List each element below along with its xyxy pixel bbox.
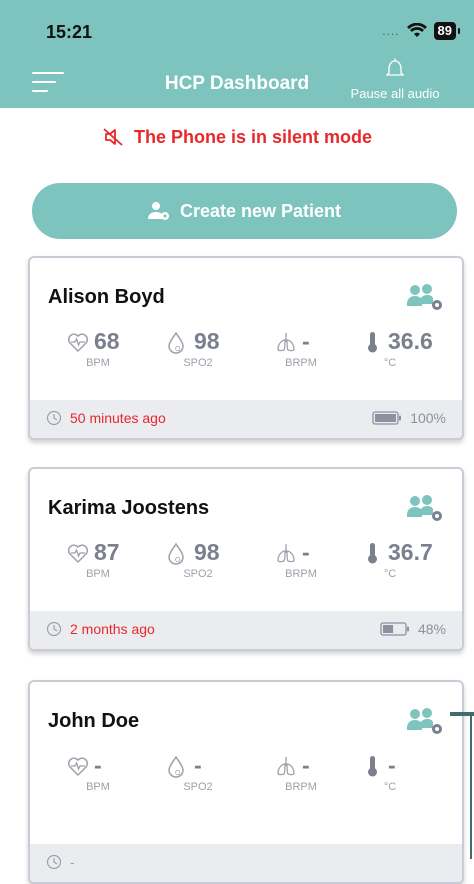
bpm-value: 87 bbox=[94, 539, 120, 565]
heart-icon bbox=[67, 332, 89, 352]
last-seen: 2 months ago bbox=[46, 621, 155, 637]
clock-icon bbox=[46, 854, 62, 870]
vital-temperature: - °C bbox=[360, 752, 460, 793]
lungs-icon bbox=[277, 756, 295, 775]
status-icons: .... 89 bbox=[382, 22, 461, 40]
brpm-value: - bbox=[302, 539, 310, 565]
brpm-value: - bbox=[302, 328, 310, 354]
patient-card[interactable]: Alison Boyd 68 BPM O₂ 98 SPO2 - BRPM 36.… bbox=[28, 256, 464, 440]
patient-name: John Doe bbox=[48, 710, 140, 732]
temperature-value: - bbox=[388, 752, 396, 778]
wifi-icon bbox=[406, 23, 427, 37]
last-seen: 50 minutes ago bbox=[46, 410, 166, 426]
temperature-label: °C bbox=[383, 781, 397, 793]
svg-text:O₂: O₂ bbox=[175, 346, 183, 353]
scroll-indicator-line bbox=[470, 716, 472, 859]
device-battery: 48% bbox=[380, 621, 446, 637]
pause-all-audio-label: Pause all audio bbox=[350, 86, 440, 101]
brpm-value: - bbox=[302, 752, 310, 778]
last-seen-text: 2 months ago bbox=[70, 621, 155, 637]
temperature-value: 36.6 bbox=[388, 328, 433, 354]
bpm-value: - bbox=[94, 752, 102, 778]
thermometer-icon bbox=[368, 542, 377, 563]
oxygen-drop-icon: O₂ bbox=[168, 542, 184, 565]
temperature-label: °C bbox=[383, 568, 397, 580]
add-user-icon bbox=[147, 202, 169, 220]
spo2-value: - bbox=[194, 752, 202, 778]
create-new-patient-label: Create new Patient bbox=[179, 200, 342, 221]
battery-icon bbox=[380, 622, 409, 636]
battery-percent: 48% bbox=[417, 621, 446, 637]
spo2-value: 98 bbox=[194, 539, 220, 565]
vitals-row: 68 BPM O₂ 98 SPO2 - BRPM 36.6 °C bbox=[30, 328, 462, 378]
status-time: 15:21 bbox=[46, 22, 93, 42]
card-footer: - bbox=[30, 844, 462, 882]
oxygen-drop-icon: O₂ bbox=[168, 331, 184, 354]
last-seen-text: - bbox=[70, 854, 75, 870]
oxygen-drop-icon: O₂ bbox=[168, 755, 184, 778]
silent-mode-banner: The Phone is in silent mode bbox=[0, 126, 474, 148]
heart-icon bbox=[67, 543, 89, 563]
bpm-value: 68 bbox=[94, 328, 120, 354]
last-seen-text: 50 minutes ago bbox=[70, 410, 166, 426]
speaker-muted-icon bbox=[103, 128, 123, 146]
patient-group-settings-icon[interactable] bbox=[406, 706, 444, 736]
heart-icon bbox=[67, 756, 89, 776]
thermometer-icon bbox=[368, 331, 377, 352]
top-app-bar: 15:21 .... 89 HCP Dashboard Pause all au… bbox=[0, 0, 474, 108]
last-seen: - bbox=[46, 854, 75, 870]
vital-temperature: 36.6 °C bbox=[360, 328, 460, 369]
battery-percent: 100% bbox=[410, 410, 446, 426]
temperature-label: °C bbox=[383, 357, 397, 369]
vitals-row: - BPM O₂ - SPO2 - BRPM - °C bbox=[30, 752, 462, 802]
create-new-patient-button[interactable]: Create new Patient bbox=[32, 183, 457, 239]
card-footer: 2 months ago 48% bbox=[30, 611, 462, 649]
patient-group-settings-icon[interactable] bbox=[406, 493, 444, 523]
pause-all-audio-button[interactable]: Pause all audio bbox=[340, 58, 450, 101]
clock-icon bbox=[46, 410, 62, 426]
patient-group-settings-icon[interactable] bbox=[406, 282, 444, 312]
patient-card[interactable]: John Doe - BPM O₂ - SPO2 - BRPM - °C - bbox=[28, 680, 464, 884]
vital-temperature: 36.7 °C bbox=[360, 539, 460, 580]
battery-status: 89 bbox=[433, 22, 461, 40]
bell-icon bbox=[385, 58, 405, 76]
device-battery: 100% bbox=[372, 410, 446, 426]
signal-icon: .... bbox=[382, 24, 400, 38]
silent-mode-text: The Phone is in silent mode bbox=[133, 126, 373, 147]
card-footer: 50 minutes ago 100% bbox=[30, 400, 462, 438]
spo2-value: 98 bbox=[194, 328, 220, 354]
svg-text:O₂: O₂ bbox=[175, 770, 183, 777]
lungs-icon bbox=[277, 543, 295, 562]
patient-name: Karima Joostens bbox=[48, 497, 210, 519]
patient-name: Alison Boyd bbox=[48, 286, 165, 308]
temperature-value: 36.7 bbox=[388, 539, 433, 565]
vitals-row: 87 BPM O₂ 98 SPO2 - BRPM 36.7 °C bbox=[30, 539, 462, 589]
battery-icon bbox=[372, 411, 402, 425]
svg-text:O₂: O₂ bbox=[175, 557, 183, 564]
patient-card[interactable]: Karima Joostens 87 BPM O₂ 98 SPO2 - BRPM… bbox=[28, 467, 464, 651]
clock-icon bbox=[46, 621, 62, 637]
lungs-icon bbox=[277, 332, 295, 351]
thermometer-icon bbox=[368, 755, 377, 776]
